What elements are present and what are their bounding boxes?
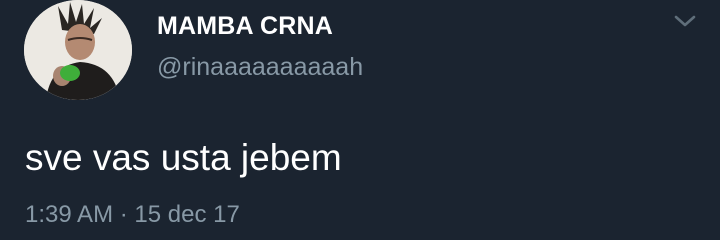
- tweet-time: 1:39 AM: [25, 201, 114, 228]
- chevron-down-icon[interactable]: [672, 10, 698, 32]
- tweet-date: 15 dec 17: [134, 201, 240, 228]
- display-name[interactable]: MAMBA CRNA: [157, 11, 333, 41]
- tweet-card: MAMBA CRNA @rinaaaaaaaaaah sve vas usta …: [0, 0, 720, 240]
- tweet-text: sve vas usta jebem: [25, 137, 342, 178]
- avatar[interactable]: [24, 0, 132, 100]
- avatar-image: [24, 0, 132, 100]
- tweet-timestamp[interactable]: 1:39 AM · 15 dec 17: [25, 200, 240, 230]
- meta-separator: ·: [119, 201, 128, 228]
- user-handle[interactable]: @rinaaaaaaaaaah: [157, 52, 363, 82]
